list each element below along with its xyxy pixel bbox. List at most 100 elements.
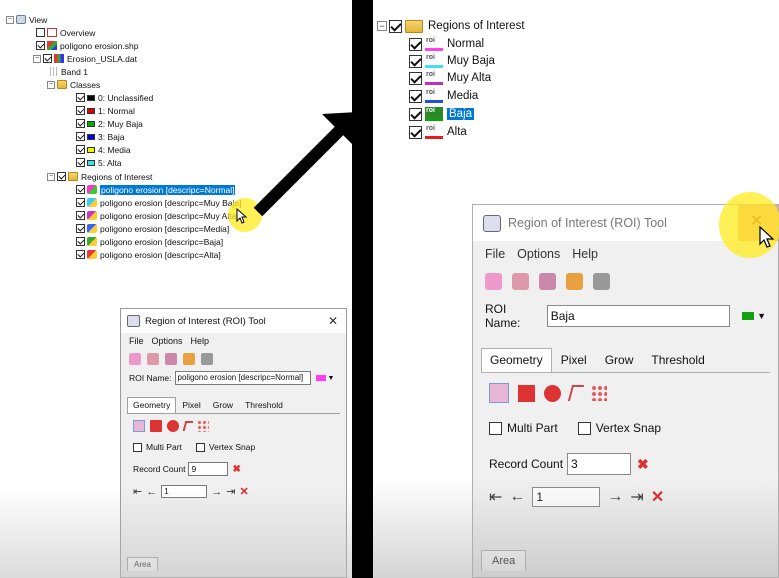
record-index-input[interactable]: 1	[532, 487, 601, 507]
polyline-tool-icon[interactable]	[567, 385, 585, 401]
new-roi-icon[interactable]	[485, 273, 502, 290]
roi-checkbox[interactable]	[409, 125, 422, 139]
previous-record-icon[interactable]: ←	[509, 488, 525, 506]
roi-item[interactable]: poligono erosion [descripc=Baja]	[76, 236, 223, 247]
chevron-down-icon[interactable]: ▼	[328, 375, 335, 382]
tab-pixel[interactable]: Pixel	[176, 397, 206, 413]
copy-roi-icon[interactable]	[539, 273, 556, 290]
roi-item[interactable]: roi Alta	[409, 124, 467, 140]
menu-help[interactable]: Help	[191, 336, 210, 346]
roi-folder-checkbox[interactable]	[389, 19, 402, 33]
point-tool-icon[interactable]	[591, 385, 607, 401]
multi-part-option[interactable]: Multi Part	[489, 421, 558, 435]
roi-item[interactable]: poligono erosion [descripc=Muy Baja]	[76, 197, 242, 208]
delete-record-icon[interactable]: ✕	[651, 487, 664, 507]
rectangle-tool-icon[interactable]	[150, 420, 162, 432]
polygon-tool-icon[interactable]	[133, 420, 145, 432]
tree-node-regions-of-interest[interactable]: − Regions of Interest	[377, 18, 525, 34]
delete-roi-icon[interactable]	[512, 273, 529, 290]
tab-grow[interactable]: Grow	[596, 348, 643, 372]
delete-all-records-icon[interactable]: ✖	[232, 464, 240, 475]
roi-item[interactable]: roi Baja	[409, 106, 475, 122]
ellipse-tool-icon[interactable]	[544, 384, 561, 402]
class-item[interactable]: 5: Alta	[76, 157, 122, 168]
tree-node-overview[interactable]: Overview	[36, 27, 95, 38]
roi-item[interactable]: roi Muy Alta	[409, 70, 491, 86]
collapse-icon[interactable]: −	[6, 15, 14, 24]
menu-help[interactable]: Help	[572, 247, 598, 261]
roi-checkbox[interactable]	[76, 185, 85, 194]
roi-checkbox[interactable]	[76, 211, 85, 220]
roi-checkbox[interactable]	[76, 198, 85, 207]
multi-part-checkbox[interactable]	[133, 442, 142, 452]
tab-area[interactable]: Area	[127, 557, 158, 571]
delete-roi-icon[interactable]	[147, 353, 159, 365]
multi-part-checkbox[interactable]	[489, 421, 502, 435]
first-record-icon[interactable]: ⇤	[489, 487, 502, 507]
collapse-icon[interactable]: −	[377, 21, 387, 31]
next-record-icon[interactable]: →	[211, 486, 222, 498]
roi-checkbox[interactable]	[409, 54, 422, 68]
class-item[interactable]: 4: Media	[76, 144, 131, 155]
class-checkbox[interactable]	[76, 106, 85, 115]
ellipse-tool-icon[interactable]	[167, 420, 179, 432]
shapefile-checkbox[interactable]	[36, 41, 45, 50]
roi-name-input[interactable]: poligono erosion [descripc=Normal]	[174, 371, 311, 385]
previous-record-icon[interactable]: ←	[146, 486, 157, 498]
multi-part-option[interactable]: Multi Part	[133, 442, 182, 452]
close-icon[interactable]: ✕	[328, 314, 338, 328]
menu-options[interactable]: Options	[152, 336, 183, 346]
collapse-icon[interactable]: −	[33, 54, 41, 63]
roi-checkbox[interactable]	[76, 224, 85, 233]
collapse-icon[interactable]: −	[47, 172, 55, 181]
tab-threshold[interactable]: Threshold	[642, 348, 713, 372]
tab-geometry[interactable]: Geometry	[481, 348, 552, 372]
roi-color-swatch[interactable]	[315, 375, 326, 381]
tree-node-shapefile[interactable]: poligono erosion.shp	[36, 40, 138, 51]
first-record-icon[interactable]: ⇤	[133, 485, 142, 498]
polygon-tool-icon[interactable]	[489, 383, 509, 403]
raster-checkbox[interactable]	[43, 54, 52, 63]
overview-checkbox[interactable]	[36, 28, 45, 37]
point-tool-icon[interactable]	[197, 420, 209, 432]
roi-item[interactable]: roi Muy Baja	[409, 53, 495, 69]
roi-checkbox[interactable]	[409, 37, 422, 51]
menu-file[interactable]: File	[129, 336, 144, 346]
goto-roi-icon[interactable]	[566, 273, 583, 290]
statistics-icon[interactable]	[201, 353, 213, 365]
vertex-snap-option[interactable]: Vertex Snap	[195, 442, 255, 452]
record-index-input[interactable]: 1	[161, 485, 208, 498]
menu-file[interactable]: File	[485, 247, 505, 261]
chevron-down-icon[interactable]: ▼	[757, 311, 766, 321]
tab-threshold[interactable]: Threshold	[239, 397, 289, 413]
vertex-snap-checkbox[interactable]	[577, 421, 591, 435]
tab-geometry[interactable]: Geometry	[127, 397, 177, 413]
statistics-icon[interactable]	[593, 273, 610, 290]
roi-item[interactable]: poligono erosion [descripc=Normal]	[76, 184, 236, 195]
tree-node-raster[interactable]: − Erosion_USLA.dat	[33, 53, 137, 64]
rectangle-tool-icon[interactable]	[518, 384, 535, 402]
roi-checkbox[interactable]	[409, 89, 422, 103]
last-record-icon[interactable]: ⇥	[226, 485, 235, 498]
roi-item[interactable]: poligono erosion [descripc=Muy Alta]	[76, 210, 239, 221]
roi-checkbox[interactable]	[76, 250, 85, 259]
roi-folder-checkbox[interactable]	[57, 172, 66, 181]
roi-checkbox[interactable]	[409, 107, 422, 121]
roi-name-input[interactable]: Baja	[546, 305, 730, 327]
class-checkbox[interactable]	[76, 132, 85, 141]
roi-item[interactable]: roi Normal	[409, 36, 484, 52]
goto-roi-icon[interactable]	[183, 353, 195, 365]
delete-all-records-icon[interactable]: ✖	[637, 456, 649, 473]
class-item[interactable]: 2: Muy Baja	[76, 118, 143, 129]
tab-grow[interactable]: Grow	[207, 397, 239, 413]
tab-area[interactable]: Area	[481, 550, 527, 571]
class-checkbox[interactable]	[76, 93, 85, 102]
vertex-snap-checkbox[interactable]	[195, 442, 205, 452]
roi-item[interactable]: roi Media	[409, 88, 478, 104]
menu-options[interactable]: Options	[517, 247, 560, 261]
class-item[interactable]: 0: Unclassified	[76, 92, 153, 103]
vertex-snap-option[interactable]: Vertex Snap	[577, 421, 661, 435]
polyline-tool-icon[interactable]	[182, 421, 194, 431]
copy-roi-icon[interactable]	[165, 353, 177, 365]
last-record-icon[interactable]: ⇥	[630, 487, 643, 507]
